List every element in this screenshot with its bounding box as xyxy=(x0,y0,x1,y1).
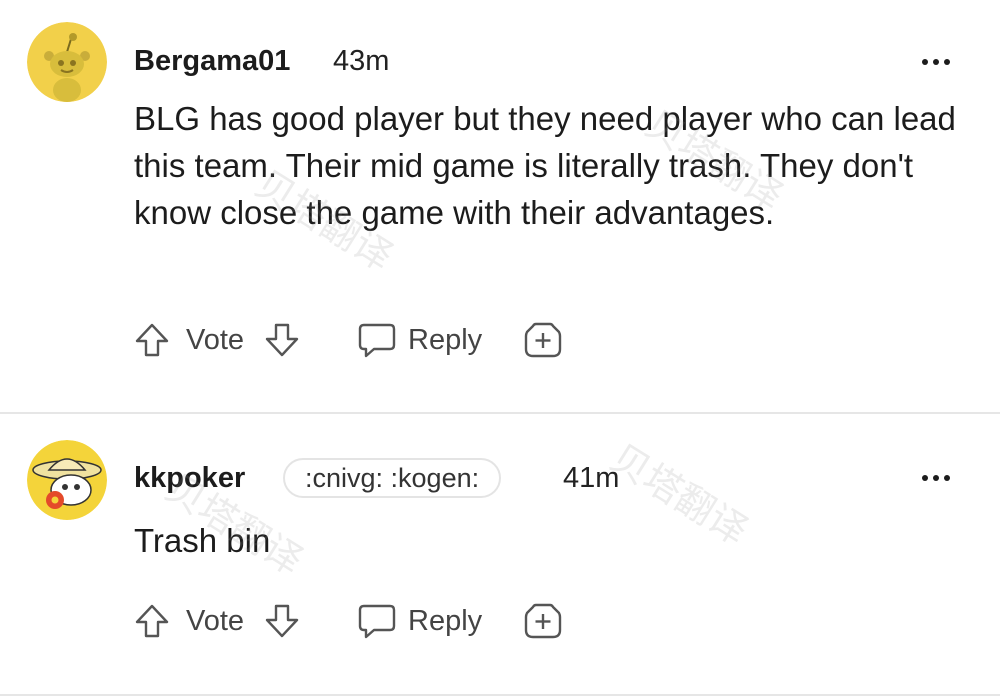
award-button[interactable] xyxy=(522,316,564,364)
timestamp: 41m xyxy=(563,462,620,494)
arrow-down-icon xyxy=(265,323,299,357)
comment-actions: Vote Reply xyxy=(130,316,590,364)
ellipsis-icon xyxy=(922,59,928,65)
comment-body: Trash bin xyxy=(134,522,271,559)
vote-label: Vote xyxy=(186,323,245,356)
avatar[interactable] xyxy=(27,22,107,102)
reply-button[interactable]: Reply xyxy=(356,316,482,364)
award-button[interactable] xyxy=(522,597,564,645)
snoo-avatar-icon xyxy=(27,22,107,102)
reply-button[interactable]: Reply xyxy=(356,597,482,645)
plus-square-icon xyxy=(524,603,562,639)
more-options-button[interactable] xyxy=(922,472,962,484)
user-flair: :cnivg: :kogen: xyxy=(283,458,502,498)
username[interactable]: kkpoker xyxy=(134,462,245,495)
ellipsis-icon xyxy=(922,475,928,481)
upvote-button[interactable] xyxy=(132,597,172,645)
comment: Bergama01 43m BLG has good player but th… xyxy=(0,0,1000,412)
downvote-button[interactable] xyxy=(262,597,302,645)
reply-label: Reply xyxy=(408,323,483,356)
vote-label: Vote xyxy=(186,604,245,637)
arrow-up-icon xyxy=(135,323,169,357)
snoo-avatar-icon xyxy=(27,440,107,520)
username[interactable]: Bergama01 xyxy=(134,45,290,78)
reply-label: Reply xyxy=(408,604,483,637)
arrow-down-icon xyxy=(265,604,299,638)
speech-bubble-icon xyxy=(358,604,396,639)
comment-body: BLG has good player but they need player… xyxy=(134,100,956,231)
comment: kkpoker :cnivg: :kogen: 41m Trash bin Vo… xyxy=(0,414,1000,694)
comment-actions: Vote Reply xyxy=(130,597,590,645)
timestamp: 43m xyxy=(333,45,390,77)
more-options-button[interactable] xyxy=(922,56,962,68)
speech-bubble-icon xyxy=(358,323,396,358)
upvote-button[interactable] xyxy=(132,316,172,364)
downvote-button[interactable] xyxy=(262,316,302,364)
plus-square-icon xyxy=(524,322,562,358)
arrow-up-icon xyxy=(135,604,169,638)
avatar[interactable] xyxy=(27,440,107,520)
